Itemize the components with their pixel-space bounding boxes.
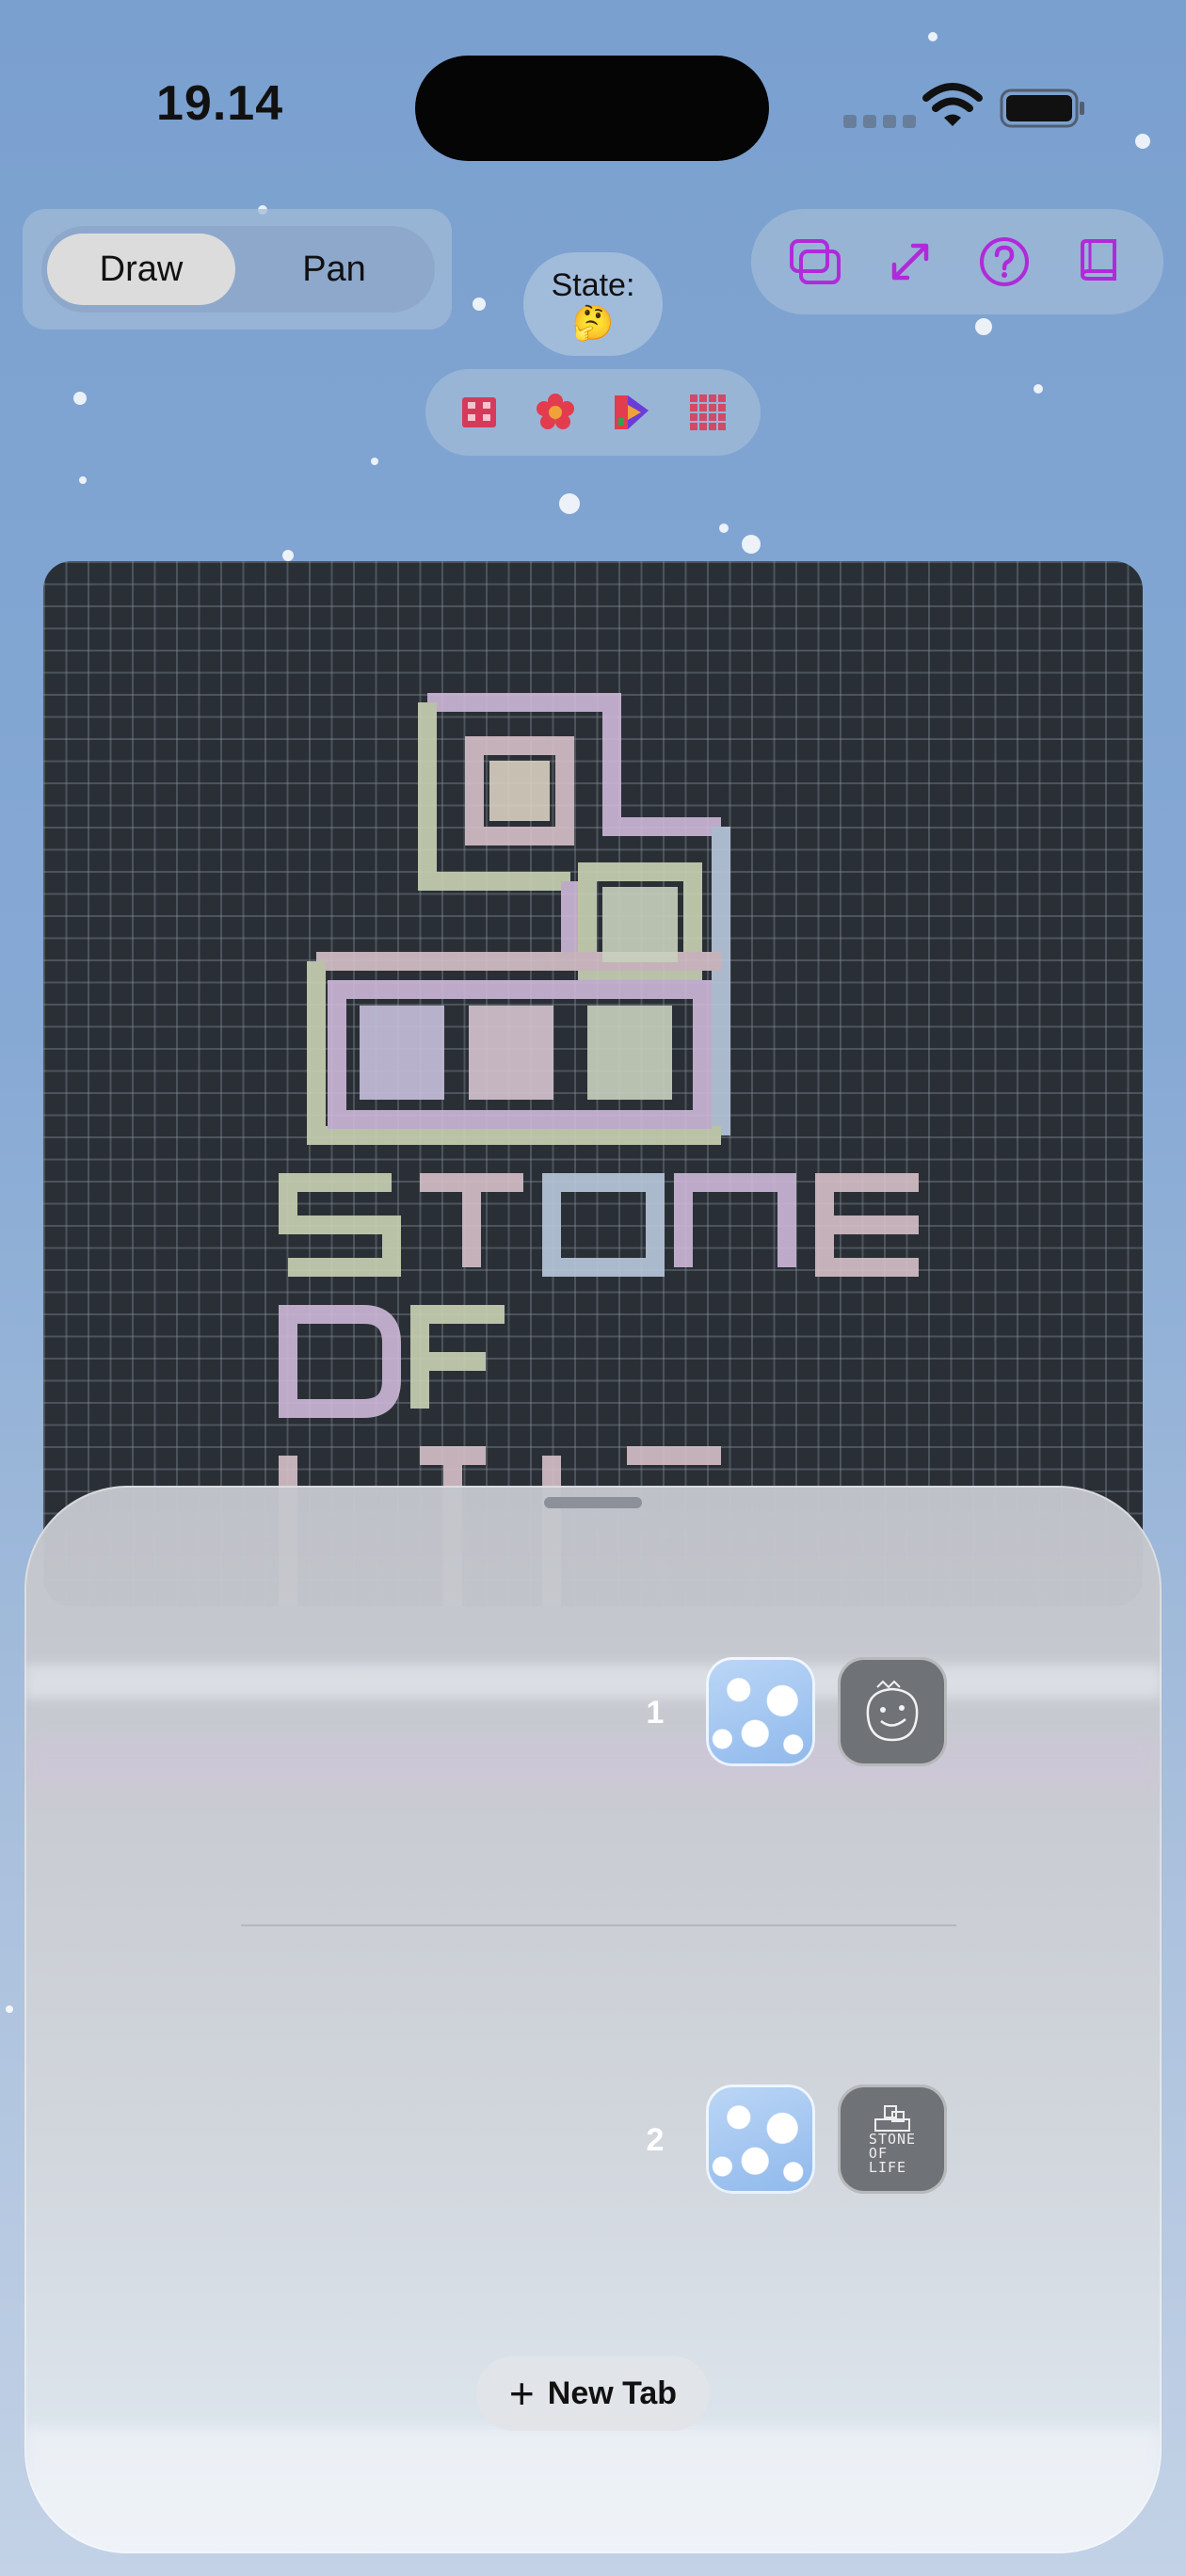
tab-2-stone-of-life-thumbnail[interactable]: STONE OF LIFE: [838, 2085, 947, 2194]
expand-icon[interactable]: [882, 233, 938, 290]
snow-particle: [282, 550, 294, 561]
draw-mode-button[interactable]: Draw: [47, 233, 235, 305]
plus-icon: +: [508, 2369, 535, 2418]
drawing-canvas[interactable]: [43, 561, 1143, 1606]
new-tab-button[interactable]: + New Tab: [476, 2356, 710, 2431]
snow-particle: [742, 535, 761, 554]
layers-icon[interactable]: [787, 233, 843, 290]
tab-2-snow-thumbnail[interactable]: [706, 2085, 815, 2194]
flower-pattern-icon[interactable]: [535, 392, 576, 433]
blurred-background-strip: [24, 2427, 1162, 2553]
ship-pattern-icon[interactable]: [611, 392, 652, 433]
blurred-background-strip: [24, 1665, 1162, 1699]
snow-particle: [928, 32, 938, 41]
stone-block-icon: [874, 2104, 910, 2132]
snow-particle: [975, 318, 992, 335]
sheet-grabber-handle[interactable]: [544, 1497, 642, 1508]
tab-1-snow-thumbnail[interactable]: [706, 1657, 815, 1766]
draw-pan-segmented-control: Draw Pan: [41, 226, 435, 313]
smiley-icon: [866, 1680, 919, 1742]
battery-icon: [1000, 89, 1084, 128]
state-label: State:: [551, 266, 635, 303]
wifi-icon: [922, 83, 983, 126]
snow-particle: [1034, 384, 1043, 394]
stone-of-life-drawing: [279, 693, 919, 1606]
tab-index-1: 1: [646, 1695, 665, 1731]
snow-particle: [559, 493, 580, 514]
pattern-toolbar: [425, 369, 761, 456]
help-icon[interactable]: [976, 233, 1033, 290]
block-pattern-icon[interactable]: [458, 392, 500, 433]
blurred-background-strip: [24, 1738, 1162, 1791]
book-icon[interactable]: [1071, 233, 1128, 290]
cellular-signal-icon: [843, 115, 916, 128]
tab-index-2: 2: [646, 2122, 665, 2158]
grid-pattern-icon[interactable]: [687, 392, 729, 433]
top-right-toolbar: [751, 209, 1163, 314]
divider: [241, 1924, 956, 1926]
snow-particle: [371, 458, 378, 465]
state-indicator[interactable]: State: 🤔: [523, 252, 663, 356]
tab-1-smiley-thumbnail[interactable]: [838, 1657, 947, 1766]
snow-particle: [79, 476, 87, 484]
snow-particle: [6, 2005, 13, 2013]
snow-particle: [719, 523, 729, 533]
dynamic-island: [415, 56, 769, 161]
thinking-face-icon: 🤔: [571, 302, 615, 342]
pan-mode-button[interactable]: Pan: [239, 233, 429, 305]
snow-particle: [1135, 134, 1150, 149]
snow-particle: [73, 392, 87, 405]
new-tab-label: New Tab: [547, 2375, 678, 2411]
snow-particle: [473, 298, 486, 311]
thumbnail-text-life: LIFE: [868, 2158, 907, 2176]
status-time: 19.14: [156, 76, 284, 131]
